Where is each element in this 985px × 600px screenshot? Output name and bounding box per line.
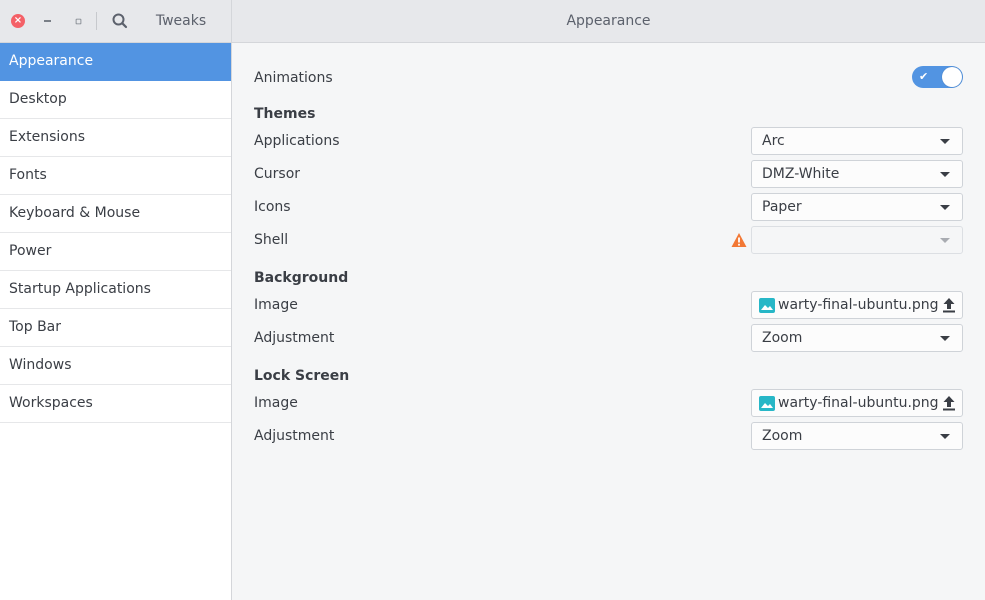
- warning-icon: [731, 233, 747, 247]
- dropdown-arrow-icon: [940, 172, 950, 177]
- sidebar: Appearance Desktop Extensions Fonts Keyb…: [0, 43, 232, 600]
- icons-theme-value: Paper: [762, 199, 802, 215]
- animations-switch[interactable]: ✔: [912, 66, 963, 88]
- lock-screen-image-filename: warty-final-ubuntu.png: [778, 395, 939, 411]
- lock-screen-image-label: Image: [254, 395, 298, 411]
- lock-screen-adjustment-select[interactable]: Zoom: [751, 422, 963, 450]
- switch-knob: [942, 67, 962, 87]
- sidebar-item-windows[interactable]: Windows: [0, 347, 231, 385]
- background-image-filename: warty-final-ubuntu.png: [778, 297, 939, 313]
- dropdown-arrow-icon: [940, 336, 950, 341]
- dropdown-arrow-icon: [940, 238, 950, 243]
- lock-screen-image-row: Image warty-final-ubuntu.png: [254, 389, 963, 417]
- sidebar-item-extensions[interactable]: Extensions: [0, 119, 231, 157]
- background-adjustment-value: Zoom: [762, 330, 803, 346]
- dropdown-arrow-icon: [940, 139, 950, 144]
- background-image-label: Image: [254, 297, 298, 313]
- animations-label: Animations: [254, 70, 333, 86]
- header-separator: [96, 12, 97, 30]
- sidebar-item-workspaces[interactable]: Workspaces: [0, 385, 231, 423]
- appearance-panel: Animations ✔ Themes Applications Arc Cur…: [232, 43, 985, 600]
- image-file-icon: [759, 298, 775, 313]
- cursor-theme-value: DMZ-White: [762, 166, 840, 182]
- sidebar-item-fonts[interactable]: Fonts: [0, 157, 231, 195]
- sidebar-item-desktop[interactable]: Desktop: [0, 81, 231, 119]
- background-heading: Background: [254, 270, 349, 286]
- background-adjustment-row: Adjustment Zoom: [254, 324, 963, 352]
- lock-screen-image-chooser[interactable]: warty-final-ubuntu.png: [751, 389, 963, 417]
- search-icon: [112, 13, 128, 29]
- lock-screen-adjustment-label: Adjustment: [254, 428, 335, 444]
- animations-row: Animations ✔: [254, 64, 963, 92]
- page-title: Appearance: [566, 13, 651, 29]
- cursor-row: Cursor DMZ-White: [254, 160, 963, 188]
- image-file-icon: [759, 396, 775, 411]
- header-right: Appearance: [232, 0, 985, 42]
- background-adjustment-label: Adjustment: [254, 330, 335, 346]
- applications-row: Applications Arc: [254, 127, 963, 155]
- background-image-chooser[interactable]: warty-final-ubuntu.png: [751, 291, 963, 319]
- close-icon[interactable]: ×: [11, 14, 25, 28]
- lock-screen-heading: Lock Screen: [254, 368, 350, 384]
- sidebar-item-startup-applications[interactable]: Startup Applications: [0, 271, 231, 309]
- icons-theme-select[interactable]: Paper: [751, 193, 963, 221]
- shell-theme-select: [751, 226, 963, 254]
- sidebar-item-appearance[interactable]: Appearance: [0, 43, 231, 81]
- header-bar: × Tweaks Appearance: [0, 0, 985, 43]
- cursor-label: Cursor: [254, 166, 301, 182]
- lock-screen-adjustment-row: Adjustment Zoom: [254, 422, 963, 450]
- icons-label: Icons: [254, 199, 291, 215]
- search-button[interactable]: [110, 11, 130, 31]
- applications-label: Applications: [254, 133, 340, 149]
- applications-theme-value: Arc: [762, 133, 785, 149]
- icons-row: Icons Paper: [254, 193, 963, 221]
- background-image-row: Image warty-final-ubuntu.png: [254, 291, 963, 319]
- header-left: × Tweaks: [0, 0, 232, 42]
- lock-screen-adjustment-value: Zoom: [762, 428, 803, 444]
- applications-theme-select[interactable]: Arc: [751, 127, 963, 155]
- sidebar-item-keyboard-mouse[interactable]: Keyboard & Mouse: [0, 195, 231, 233]
- sidebar-item-top-bar[interactable]: Top Bar: [0, 309, 231, 347]
- upload-icon: [943, 396, 955, 411]
- shell-label: Shell: [254, 232, 289, 248]
- app-title: Tweaks: [155, 13, 207, 29]
- background-adjustment-select[interactable]: Zoom: [751, 324, 963, 352]
- minimize-icon[interactable]: [42, 13, 54, 27]
- sidebar-item-power[interactable]: Power: [0, 233, 231, 271]
- cursor-theme-select[interactable]: DMZ-White: [751, 160, 963, 188]
- shell-row: Shell: [254, 226, 963, 254]
- check-icon: ✔: [919, 70, 929, 83]
- maximize-icon[interactable]: [72, 13, 84, 27]
- dropdown-arrow-icon: [940, 205, 950, 210]
- dropdown-arrow-icon: [940, 434, 950, 439]
- themes-heading: Themes: [254, 106, 316, 122]
- upload-icon: [943, 298, 955, 313]
